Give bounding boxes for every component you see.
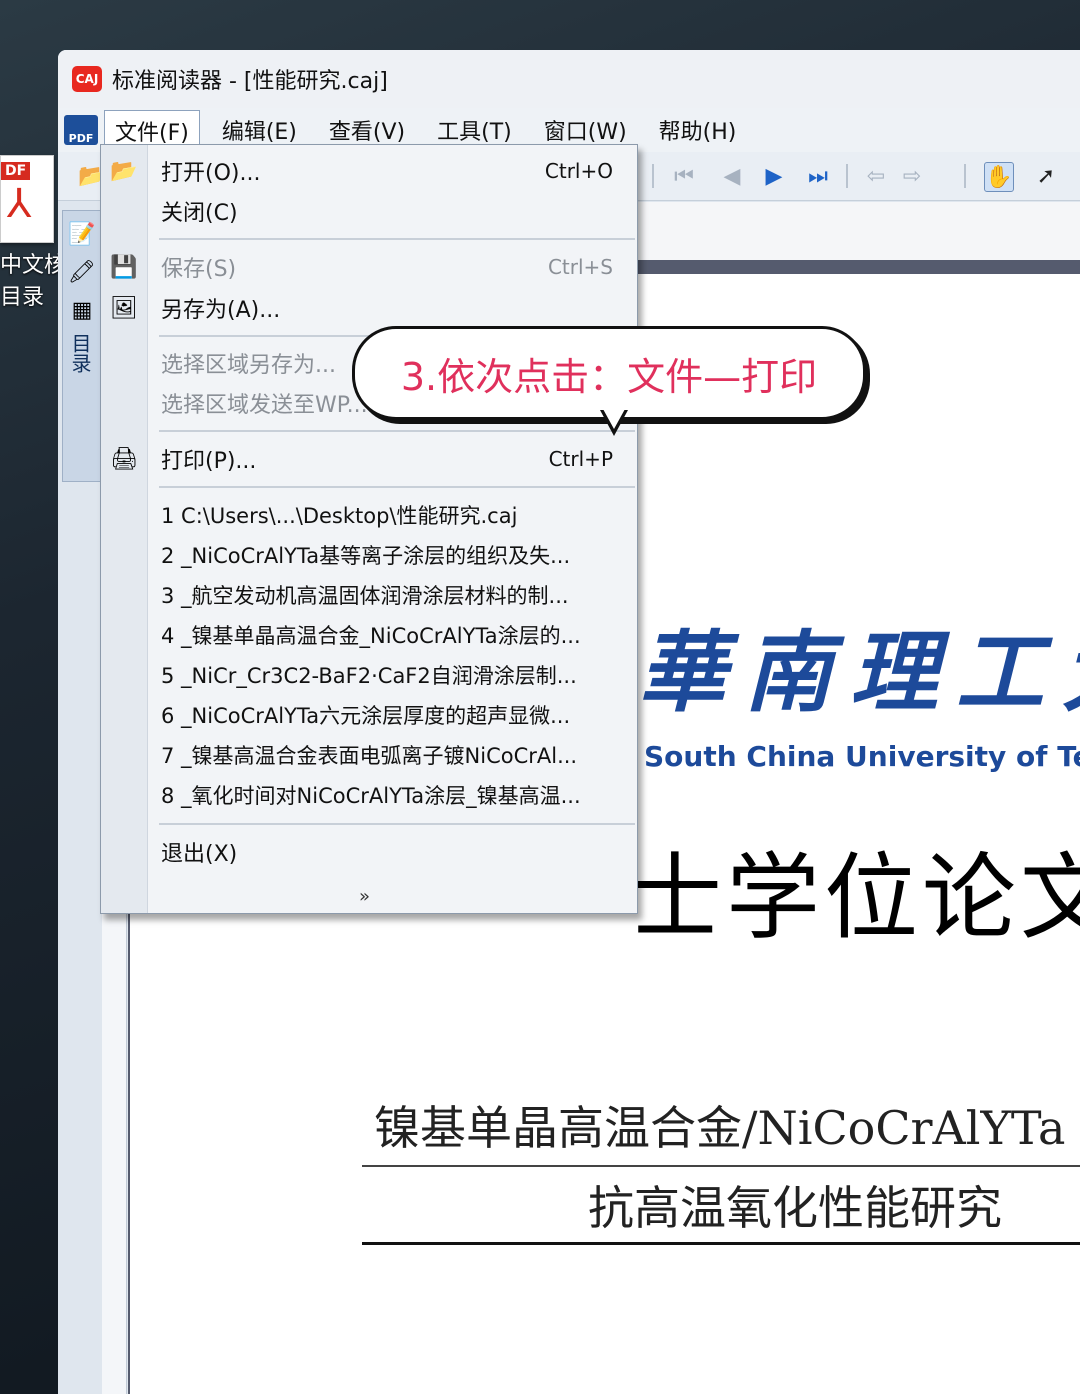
toolbar-separator	[846, 164, 848, 188]
thesis-title-line2: 抗高温氧化性能研究	[588, 1181, 1002, 1235]
thesis-title-line1: 镍基单晶高温合金/NiCoCrAlYTa	[374, 1101, 1066, 1155]
recent-file-item[interactable]: 2 _NiCoCrAlYTa基等离子涂层的组织及失...	[101, 535, 637, 575]
desktop-file-label[interactable]: 中文核 目录	[0, 250, 60, 314]
recent-file-item[interactable]: 7 _镍基高温合金表面电弧离子镀NiCoCrAl...	[101, 735, 637, 775]
save-as-icon: 🖼	[110, 295, 138, 321]
tutorial-callout: 3.依次点击：文件—打印	[352, 326, 866, 420]
thumbnails-icon[interactable]: ▦	[67, 295, 97, 325]
menu-item-close[interactable]: 关闭(C)	[101, 191, 637, 231]
window-title: 标准阅读器 - [性能研究.caj]	[112, 69, 388, 94]
recent-file-label: 7 _镍基高温合金表面电弧离子镀NiCoCrAl...	[161, 744, 578, 768]
back-arrow-icon[interactable]: ⇦	[862, 162, 890, 190]
callout-text: 3.依次点击：文件—打印	[400, 354, 818, 399]
first-page-icon[interactable]: ⏮	[670, 162, 698, 190]
callout-tail-fill	[603, 409, 625, 429]
recent-file-label: 4 _镍基单晶高温合金_NiCoCrAlYTa涂层的...	[161, 624, 581, 648]
select-arrow-icon[interactable]: ➚	[1032, 162, 1060, 190]
recent-file-label: 1 C:\Users\...\Desktop\性能研究.caj	[161, 504, 518, 528]
annotate-icon[interactable]: 📝	[67, 219, 97, 249]
acrobat-icon: ⅄	[7, 181, 32, 227]
menu-separator	[159, 238, 635, 240]
menu-item-label: 另存为(A)...	[161, 298, 281, 323]
hand-tool-icon[interactable]: ✋	[984, 162, 1014, 192]
menu-separator	[159, 430, 635, 432]
previous-page-icon[interactable]: ◀	[718, 162, 746, 190]
recent-file-item[interactable]: 8 _氧化时间对NiCoCrAlYTa涂层_镍基高温...	[101, 775, 637, 815]
menu-item-label: 打印(P)...	[161, 449, 257, 474]
menu-item-save[interactable]: 💾 保存(S) Ctrl+S	[101, 247, 637, 287]
menu-item-label: 选择区域发送至WP...	[161, 393, 368, 418]
next-page-icon[interactable]: ▶	[760, 162, 788, 190]
file-menu-dropdown: 📂 打开(O)... Ctrl+O 关闭(C) 💾 保存(S) Ctrl+S 🖼…	[100, 144, 638, 914]
recent-file-item[interactable]: 6 _NiCoCrAlYTa六元涂层厚度的超声显微...	[101, 695, 637, 735]
shortcut-label: Ctrl+S	[547, 255, 613, 279]
printer-icon: 🖨	[110, 446, 138, 472]
degree-type-heading: 士学位论文	[628, 844, 1080, 953]
open-folder-icon: 📂	[110, 158, 138, 184]
expand-menu-chevron-icon[interactable]: »	[359, 886, 370, 907]
menu-separator	[159, 486, 635, 488]
app-logo-icon: CAJ	[72, 66, 102, 92]
toolbar-separator	[652, 164, 654, 188]
toolbar-separator	[964, 164, 966, 188]
shortcut-label: Ctrl+P	[548, 447, 613, 471]
recent-file-item[interactable]: 4 _镍基单晶高温合金_NiCoCrAlYTa涂层的...	[101, 615, 637, 655]
forward-arrow-icon[interactable]: ⇨	[898, 162, 926, 190]
recent-file-label: 5 _NiCr_Cr3C2-BaF2·CaF2自润滑涂层制...	[161, 664, 577, 688]
desktop-pdf-file-icon[interactable]: DF ⅄	[0, 155, 54, 243]
recent-file-item[interactable]: 3 _航空发动机高温固体润滑涂层材料的制...	[101, 575, 637, 615]
menu-item-label: 退出(X)	[161, 842, 238, 867]
recent-file-label: 8 _氧化时间对NiCoCrAlYTa涂层_镍基高温...	[161, 784, 581, 808]
recent-file-item[interactable]: 5 _NiCr_Cr3C2-BaF2·CaF2自润滑涂层制...	[101, 655, 637, 695]
menu-item-label: 选择区域另存为...	[161, 353, 336, 378]
desktop-label-line2: 目录	[0, 285, 45, 310]
save-disk-icon: 💾	[110, 254, 138, 280]
menu-item-label: 保存(S)	[161, 257, 237, 282]
menu-item-open[interactable]: 📂 打开(O)... Ctrl+O	[101, 151, 637, 191]
recent-file-label: 6 _NiCoCrAlYTa六元涂层厚度的超声显微...	[161, 704, 571, 728]
tab-toc[interactable]: 目录	[68, 333, 95, 373]
menu-separator	[159, 823, 635, 825]
menu-help[interactable]: 帮助(H)	[649, 110, 747, 150]
side-tab-bar: 📝 🖍 ▦ 目录	[62, 210, 102, 482]
highlighter-icon[interactable]: 🖍	[67, 257, 97, 287]
title-underline	[362, 1242, 1080, 1245]
last-page-icon[interactable]: ⏭	[804, 162, 832, 190]
university-name-english: South China University of Tec	[644, 740, 1080, 773]
menu-item-print[interactable]: 🖨 打印(P)... Ctrl+P	[101, 439, 637, 479]
menu-item-exit[interactable]: 退出(X)	[101, 832, 637, 872]
recent-file-label: 3 _航空发动机高温固体润滑涂层材料的制...	[161, 584, 569, 608]
desktop-label-line1: 中文核	[0, 253, 60, 278]
shortcut-label: Ctrl+O	[544, 159, 613, 183]
title-bar: CAJ 标准阅读器 - [性能研究.caj]	[58, 50, 1080, 108]
university-logo-calligraphy: 華南理工大	[638, 620, 1080, 724]
menu-item-label: 打开(O)...	[161, 161, 261, 186]
pdf-tag: DF	[1, 162, 31, 180]
title-underline	[362, 1165, 1080, 1167]
menu-item-save-as[interactable]: 🖼 另存为(A)...	[101, 288, 637, 328]
recent-file-label: 2 _NiCoCrAlYTa基等离子涂层的组织及失...	[161, 544, 571, 568]
menu-item-label: 关闭(C)	[161, 201, 238, 226]
pdf-logo-icon: PDF	[64, 115, 98, 145]
recent-file-item[interactable]: 1 C:\Users\...\Desktop\性能研究.caj	[101, 495, 637, 535]
